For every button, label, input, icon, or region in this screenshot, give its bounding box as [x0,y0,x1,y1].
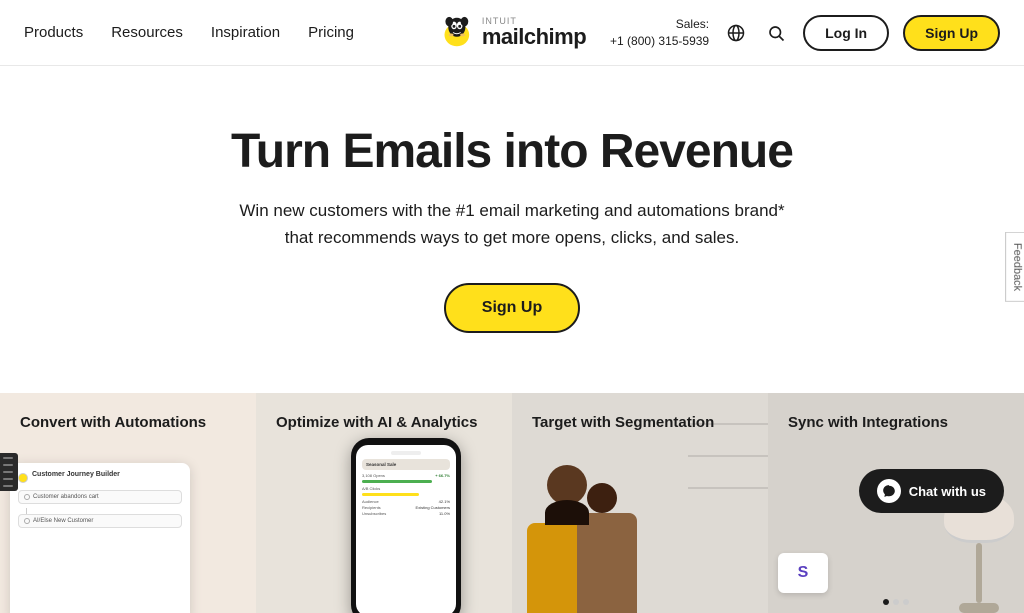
feature-automations-title: Convert with Automations [20,413,236,433]
search-icon-button[interactable] [763,20,789,46]
feature-integrations-title: Sync with Integrations [788,413,1004,433]
logo-area[interactable]: INTUIT mailchimp [438,14,586,52]
journey-step-2: AI/Else New Customer [18,514,182,528]
nav-resources[interactable]: Resources [111,24,183,41]
chat-bubble-icon [882,484,896,498]
sales-info: Sales: +1 (800) 315-5939 [610,16,709,50]
background-shelves [688,423,768,613]
feature-automations[interactable]: Convert with Automations Customer Journe… [0,393,256,613]
phone-recipients: Recipients [362,505,381,510]
phone-audience-pct: 42.1% [439,499,450,504]
freddie-logo [438,14,476,52]
journey-ui-mock: Customer Journey Builder Customer abando… [10,463,190,613]
navbar: Products Resources Inspiration Pricing [0,0,1024,66]
chat-icon [877,479,901,503]
sidebar-icons [0,453,18,491]
hero-signup-button[interactable]: Sign Up [444,283,580,333]
hero-heading: Turn Emails into Revenue [20,126,1004,179]
phone-recipients-label: Existing Customers [416,505,450,510]
phone-unsubscribes-val: 11.0% [439,511,450,516]
globe-icon-button[interactable] [723,20,749,46]
phone-campaign-title: Seasonal Sale [366,462,446,467]
search-icon [767,24,785,42]
phone-audience: Audience [362,499,379,504]
feature-ai-title: Optimize with AI & Analytics [276,413,492,433]
signup-nav-button[interactable]: Sign Up [903,15,1000,51]
person-image [527,465,607,613]
phone-mockup: Seasonal Sale 3,108 Opens + 66.7% A/B Cl… [351,438,461,613]
phone-opens: 3,108 Opens [362,473,385,478]
nav-pricing[interactable]: Pricing [308,24,354,41]
phone-unsubscribes: Unsubscribes [362,511,386,516]
chat-label: Chat with us [909,484,986,499]
globe-icon [727,24,745,42]
phone-bar-1 [362,480,432,483]
nav-inspiration[interactable]: Inspiration [211,24,280,41]
login-button[interactable]: Log In [803,15,889,51]
phone-bar-2 [362,493,419,496]
nav-right: Sales: +1 (800) 315-5939 Log In Sign Up [610,15,1000,51]
feature-ai[interactable]: Optimize with AI & Analytics Seasonal Sa… [256,393,512,613]
feature-segmentation-title: Target with Segmentation [532,413,748,433]
shopify-integration-card: S [778,553,828,593]
journey-step-1: Customer abandons cart [18,490,182,504]
slide-dots [883,599,909,605]
sales-phone: +1 (800) 315-5939 [610,33,709,50]
nav-products[interactable]: Products [24,24,83,41]
journey-title: Customer Journey Builder [32,471,120,478]
phone-opens-delta: + 66.7% [435,473,450,478]
hero-section: Turn Emails into Revenue Win new custome… [0,66,1024,393]
sales-label: Sales: [676,16,709,33]
phone-clicks: A/B Clicks [362,486,450,491]
chat-button[interactable]: Chat with us [859,469,1004,513]
hero-subtext: Win new customers with the #1 email mark… [232,197,792,251]
feedback-tab[interactable]: Feedback [1005,231,1024,301]
nav-left: Products Resources Inspiration Pricing [24,24,354,41]
feature-segmentation[interactable]: Target with Segmentation [512,393,768,613]
